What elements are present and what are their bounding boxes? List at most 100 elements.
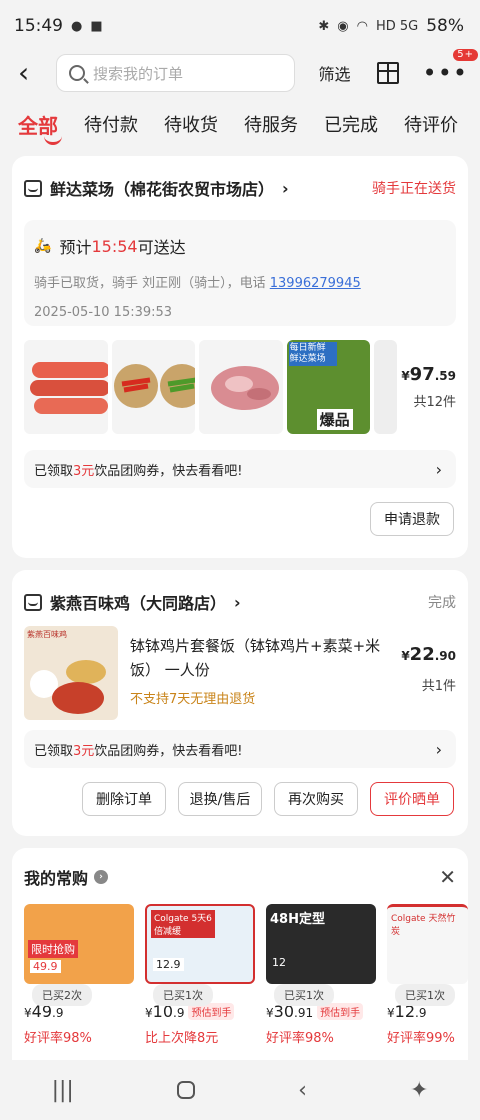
tab-pending-service[interactable]: 待服务	[244, 111, 298, 137]
product-image-more[interactable]	[374, 340, 398, 434]
coupon-text: 饮品团购券，快去看看吧!	[94, 743, 243, 759]
rider-info: 骑手已取货，骑手 刘正刚（骑士），电话	[34, 276, 270, 291]
filter-button[interactable]: 筛选	[319, 61, 351, 85]
tab-all[interactable]: 全部	[18, 110, 62, 145]
product-image-hairspray: 48H定型 12	[266, 904, 376, 984]
order-status: 完成	[428, 595, 456, 611]
favorites-section: 我的常购 › ✕ 限时抢购 49.9 已买2次 ¥49.9 好评率98% Colg…	[12, 848, 468, 1078]
more-icon[interactable]: ••• 5+	[423, 49, 478, 85]
store-link[interactable]: 鲜达菜场（棉花街农贸市场店） ›	[24, 176, 289, 200]
buy-again-button[interactable]: 再次购买	[274, 782, 358, 816]
price-dec: .9	[52, 1006, 64, 1020]
battery-level: 58%	[426, 16, 464, 36]
currency-symbol: ¥	[401, 369, 410, 383]
chevron-right-icon: ›	[234, 592, 241, 612]
wifi-icon: ◠	[356, 18, 368, 34]
rating-note: 好评率98%	[266, 1031, 334, 1046]
product-label: 爆品	[316, 409, 353, 430]
chevron-right-icon: ›	[435, 739, 442, 759]
recent-apps-icon[interactable]: |||	[52, 1078, 74, 1103]
currency-symbol: ¥	[401, 649, 410, 663]
price-int: 22	[409, 644, 435, 665]
location-icon: ◉	[337, 18, 349, 34]
clock: 15:49	[14, 16, 63, 36]
order-card[interactable]: 鲜达菜场（棉花街农贸市场店） › 骑手正在送货 🛵 预计 15:54 可送达 骑手已…	[12, 156, 468, 558]
status-bar: 15:49 ● ■ ✱ ◉ ◠ HD 5G 58%	[0, 0, 480, 52]
tab-pending-review[interactable]: 待评价	[404, 111, 458, 137]
review-button[interactable]: 评价晒单	[370, 782, 454, 816]
product-image-tissue: 限时抢购 49.9	[24, 904, 134, 984]
coupon-prefix: 已领取	[34, 463, 74, 479]
order-time: 2025-05-10 15:39:53	[34, 305, 173, 320]
coupon-banner[interactable]: 已领取3元饮品团购券，快去看看吧! ›	[24, 450, 456, 488]
eta-suffix: 可送达	[137, 238, 186, 257]
product-row[interactable]: 紫燕百味鸡 钵钵鸡片套餐饭（钵钵鸡片+素菜+米饭） 一人份 不支持7天无理由退货…	[12, 626, 468, 720]
rider-phone-link[interactable]: 13996279945	[270, 276, 361, 291]
favorite-item[interactable]: 48H定型 12 已买1次 ¥30.91 预估到手 好评率98%	[266, 904, 376, 1046]
chat-notification-icon: ●	[71, 18, 83, 34]
product-image-sausage[interactable]	[24, 340, 108, 434]
price-dec: .59	[434, 369, 456, 383]
back-icon[interactable]: ‹	[18, 59, 46, 87]
store-link[interactable]: 紫燕百味鸡（大同路店） ›	[24, 590, 241, 614]
product-image-charcoal-toothpaste: Colgate 天然竹炭	[387, 904, 468, 984]
chevron-right-icon: ›	[435, 459, 442, 479]
order-tabs: 全部 待付款 待收货 待服务 已完成 待评价	[0, 94, 480, 154]
gift-icon[interactable]	[376, 62, 399, 84]
close-icon[interactable]: ✕	[439, 865, 456, 889]
scooter-icon: 🛵	[34, 238, 52, 254]
currency-symbol: ¥	[145, 1006, 153, 1020]
info-icon[interactable]: ›	[94, 870, 109, 884]
home-icon[interactable]	[176, 1081, 195, 1099]
price-dec: .9	[415, 1006, 427, 1020]
delivery-info[interactable]: 🛵 预计 15:54 可送达 骑手已取货，骑手 刘正刚（骑士），电话 1399627…	[24, 220, 456, 326]
product-image-beans[interactable]: 每日新鲜 鲜达菜场 爆品	[286, 340, 371, 434]
return-exchange-button[interactable]: 退换/售后	[178, 782, 262, 816]
order-card[interactable]: 紫燕百味鸡（大同路店） › 完成 紫燕百味鸡 钵钵鸡片套餐饭（钵钵鸡片+素菜+米…	[12, 570, 468, 836]
currency-symbol: ¥	[387, 1006, 395, 1020]
currency-symbol: ¥	[266, 1006, 274, 1020]
price-int: 97	[409, 364, 435, 385]
eta-prefix: 预计	[59, 238, 92, 257]
back-nav-icon[interactable]: ‹	[298, 1078, 307, 1103]
product-image-chicken[interactable]: 紫燕百味鸡	[24, 626, 118, 720]
image-price: 49.9	[30, 960, 61, 973]
bought-count: 已买1次	[395, 984, 455, 1006]
image-caption: Colgate 天然竹炭	[391, 914, 456, 937]
tab-pending-receipt[interactable]: 待收货	[164, 111, 218, 137]
notification-badge: 5+	[453, 49, 478, 61]
app-notification-icon: ■	[90, 18, 103, 34]
search-icon	[69, 65, 85, 81]
tab-completed[interactable]: 已完成	[324, 111, 378, 137]
favorite-item[interactable]: Colgate 5天6倍减缓 12.9 已买1次 ¥10.9 预估到手 比上次降8…	[145, 904, 255, 1046]
accessibility-icon[interactable]: ✦	[410, 1078, 428, 1103]
bought-count: 已买1次	[153, 984, 213, 1006]
coupon-text: 饮品团购券，快去看看吧!	[94, 463, 243, 479]
price-drop-note: 比上次降8元	[145, 1031, 219, 1046]
coupon-banner[interactable]: 已领取3元饮品团购券，快去看看吧! ›	[24, 730, 456, 768]
order-status: 骑手正在送货	[372, 181, 456, 197]
product-image-meat[interactable]	[199, 340, 283, 434]
image-price: 12	[272, 956, 286, 969]
return-policy-note: 不支持7天无理由退货	[130, 692, 256, 707]
store-name: 紫燕百味鸡（大同路店）	[50, 594, 227, 613]
favorite-item[interactable]: 限时抢购 49.9 已买2次 ¥49.9 好评率98%	[24, 904, 134, 1046]
refund-button[interactable]: 申请退款	[370, 502, 454, 536]
brand-label: 紫燕百味鸡	[27, 630, 67, 639]
store-icon	[24, 593, 42, 611]
goods-strip[interactable]: 每日新鲜 鲜达菜场 爆品 ¥97.59 共12件	[12, 340, 468, 434]
delete-order-button[interactable]: 删除订单	[82, 782, 166, 816]
store-icon	[24, 179, 42, 197]
top-bar: ‹ 搜索我的订单 筛选 ••• 5+	[0, 49, 480, 94]
search-input[interactable]: 搜索我的订单	[56, 54, 295, 92]
system-nav-bar: ||| ‹ ✦	[0, 1060, 480, 1120]
coupon-prefix: 已领取	[34, 743, 74, 759]
signal-icon: HD 5G	[375, 18, 419, 34]
section-title: 我的常购	[24, 869, 89, 888]
favorite-item[interactable]: Colgate 天然竹炭 已买1次 ¥12.9 好评率99%	[387, 904, 468, 1046]
product-image-chili[interactable]	[111, 340, 196, 434]
price-dec: .91	[294, 1006, 314, 1020]
tab-pending-payment[interactable]: 待付款	[84, 111, 138, 137]
search-placeholder: 搜索我的订单	[93, 64, 184, 83]
product-image-toothpaste: Colgate 5天6倍减缓 12.9	[145, 904, 255, 984]
